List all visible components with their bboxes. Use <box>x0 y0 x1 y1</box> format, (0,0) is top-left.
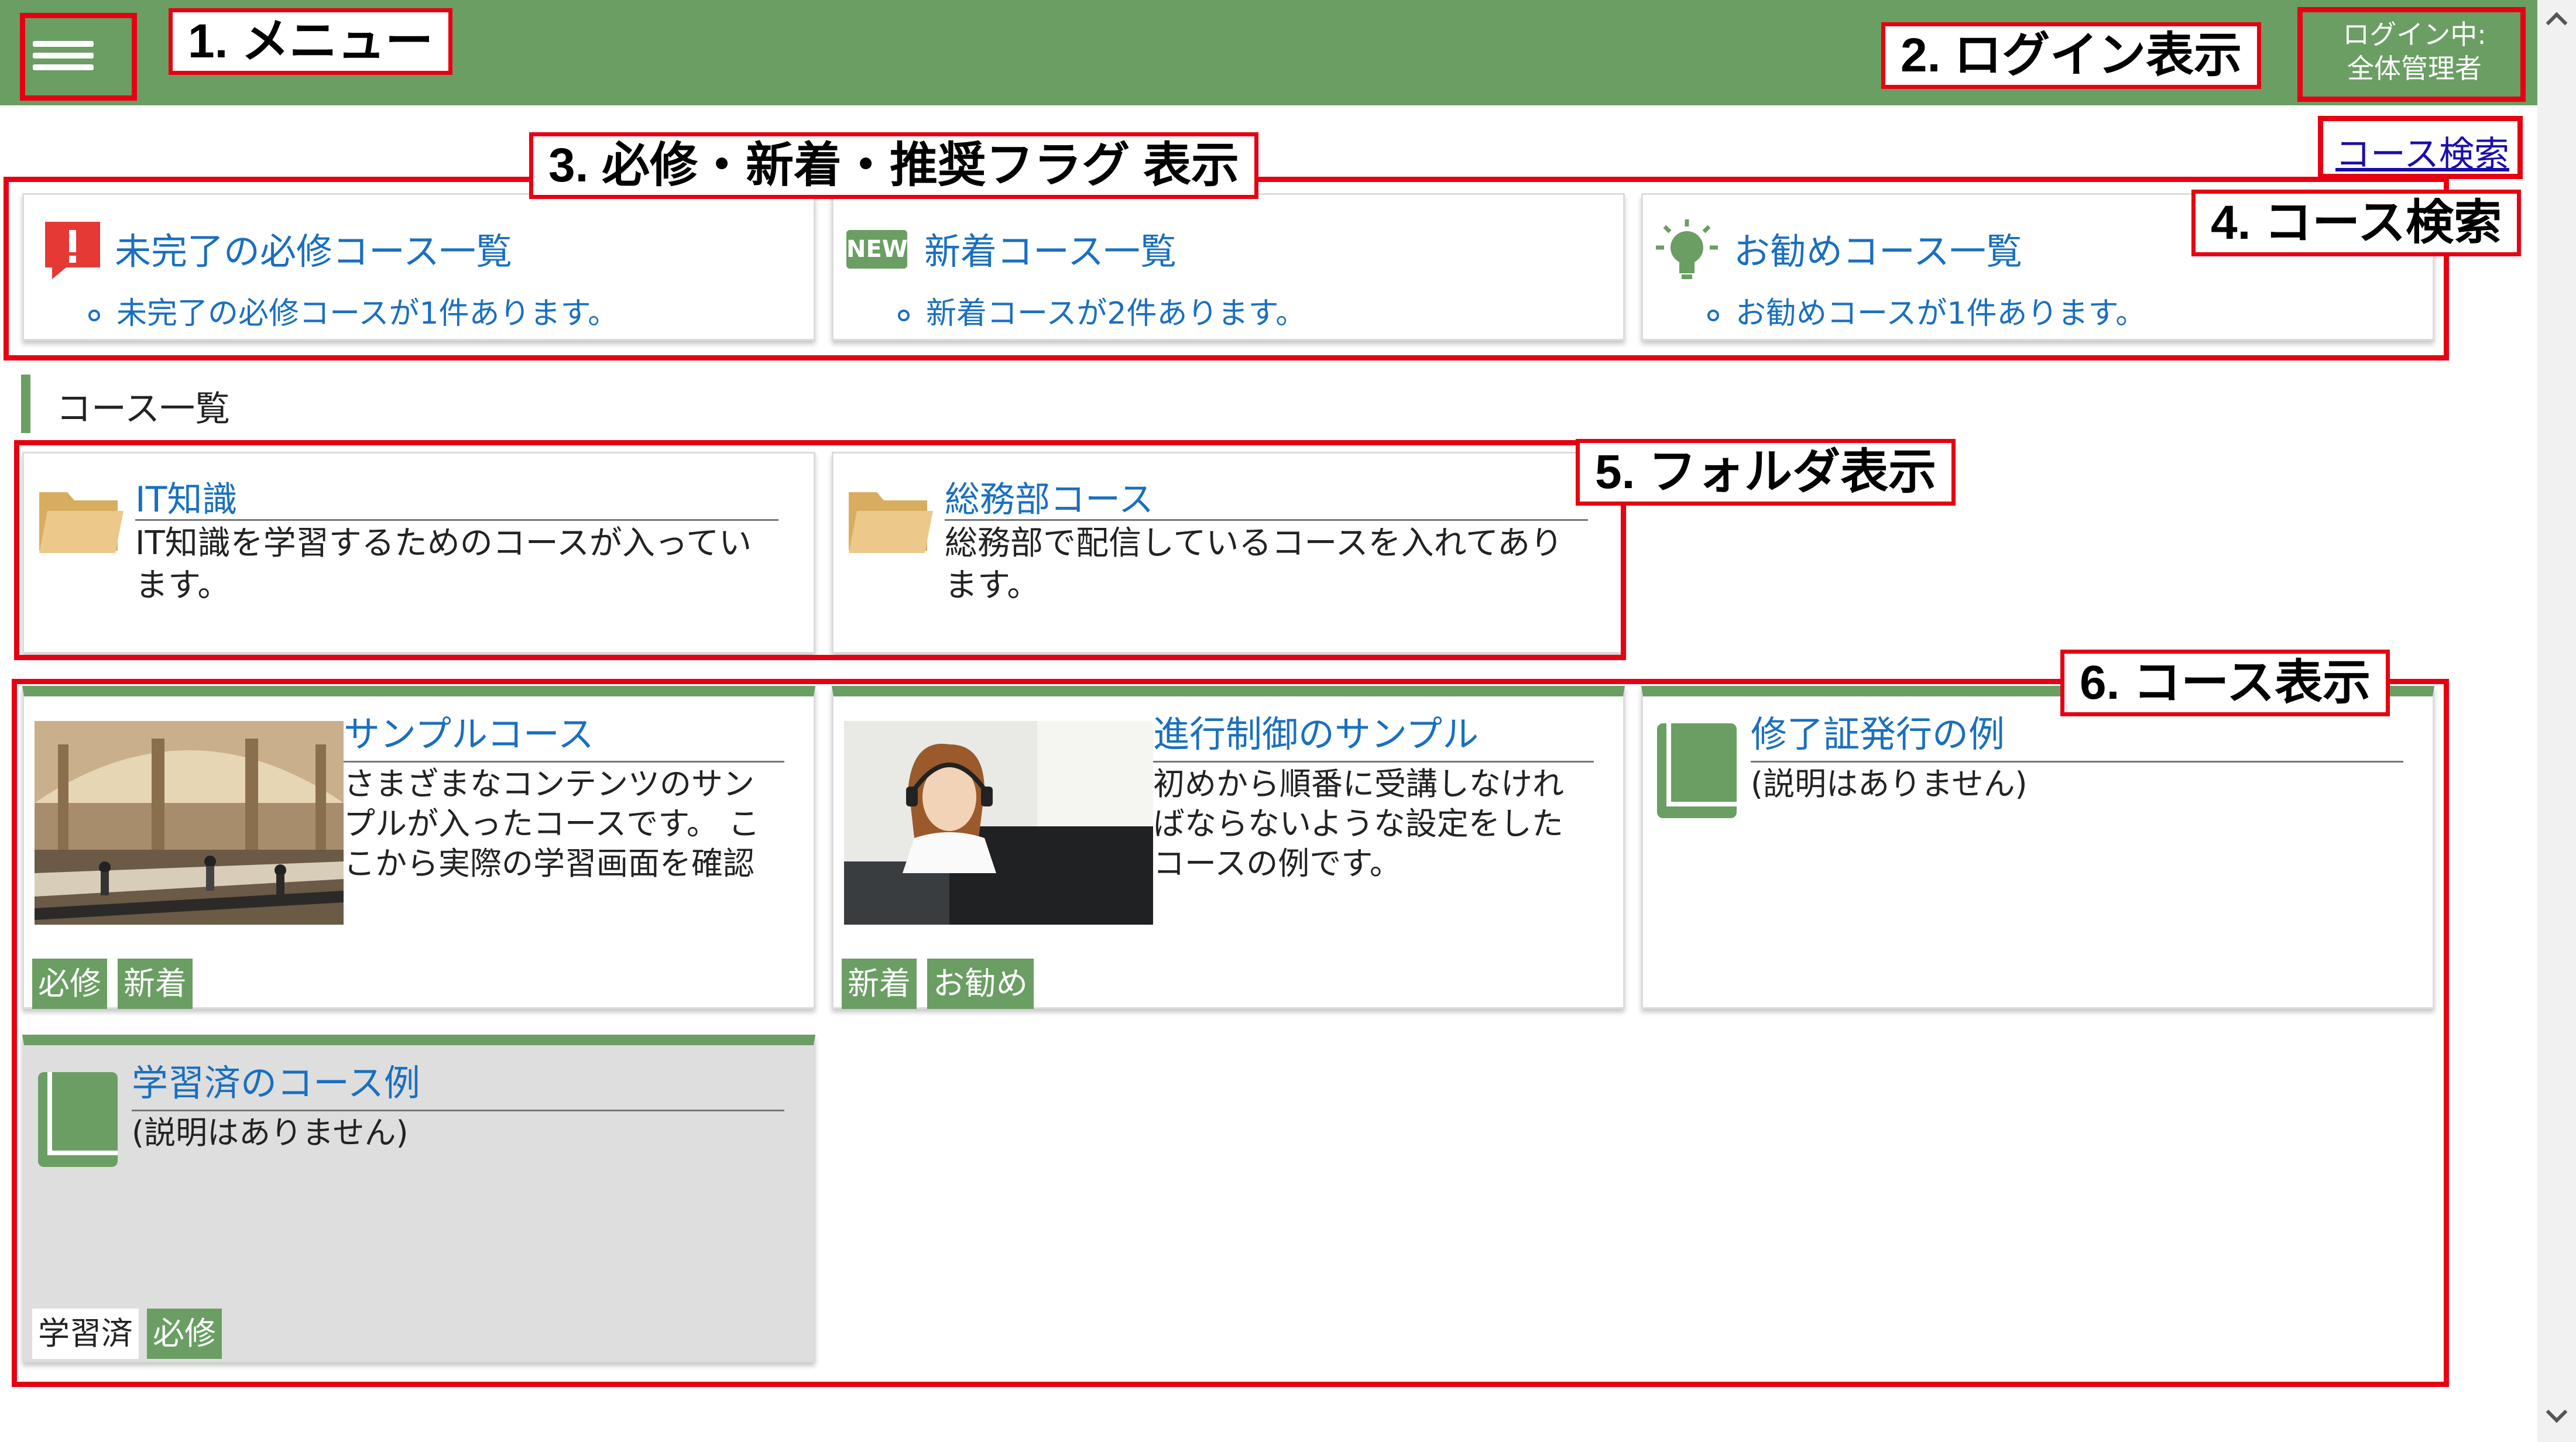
annotation-label-menu: 1. メニュー <box>169 8 453 75</box>
annotation-label-courses: 6. コース表示 <box>2060 650 2390 716</box>
vertical-scrollbar[interactable] <box>2537 0 2576 1442</box>
scroll-down-icon[interactable] <box>2546 1401 2568 1423</box>
annotation-box-flags <box>4 177 2449 360</box>
annotation-label-flags: 3. 必修・新着・推奨フラグ 表示 <box>529 132 1258 199</box>
annotation-label-folders: 5. フォルダ表示 <box>1576 439 1956 506</box>
annotation-box-login <box>2297 7 2526 102</box>
section-title: コース一覧 <box>56 389 230 430</box>
annotation-label-login: 2. ログイン表示 <box>1881 22 2262 89</box>
annotation-box-courses <box>12 679 2449 1387</box>
annotation-box-menu <box>20 13 137 101</box>
scroll-up-icon[interactable] <box>2546 12 2568 34</box>
section-marker <box>21 375 30 433</box>
annotation-box-folders <box>14 440 1626 660</box>
annotation-label-search: 4. コース検索 <box>2191 190 2522 256</box>
annotation-box-search <box>2318 116 2523 179</box>
